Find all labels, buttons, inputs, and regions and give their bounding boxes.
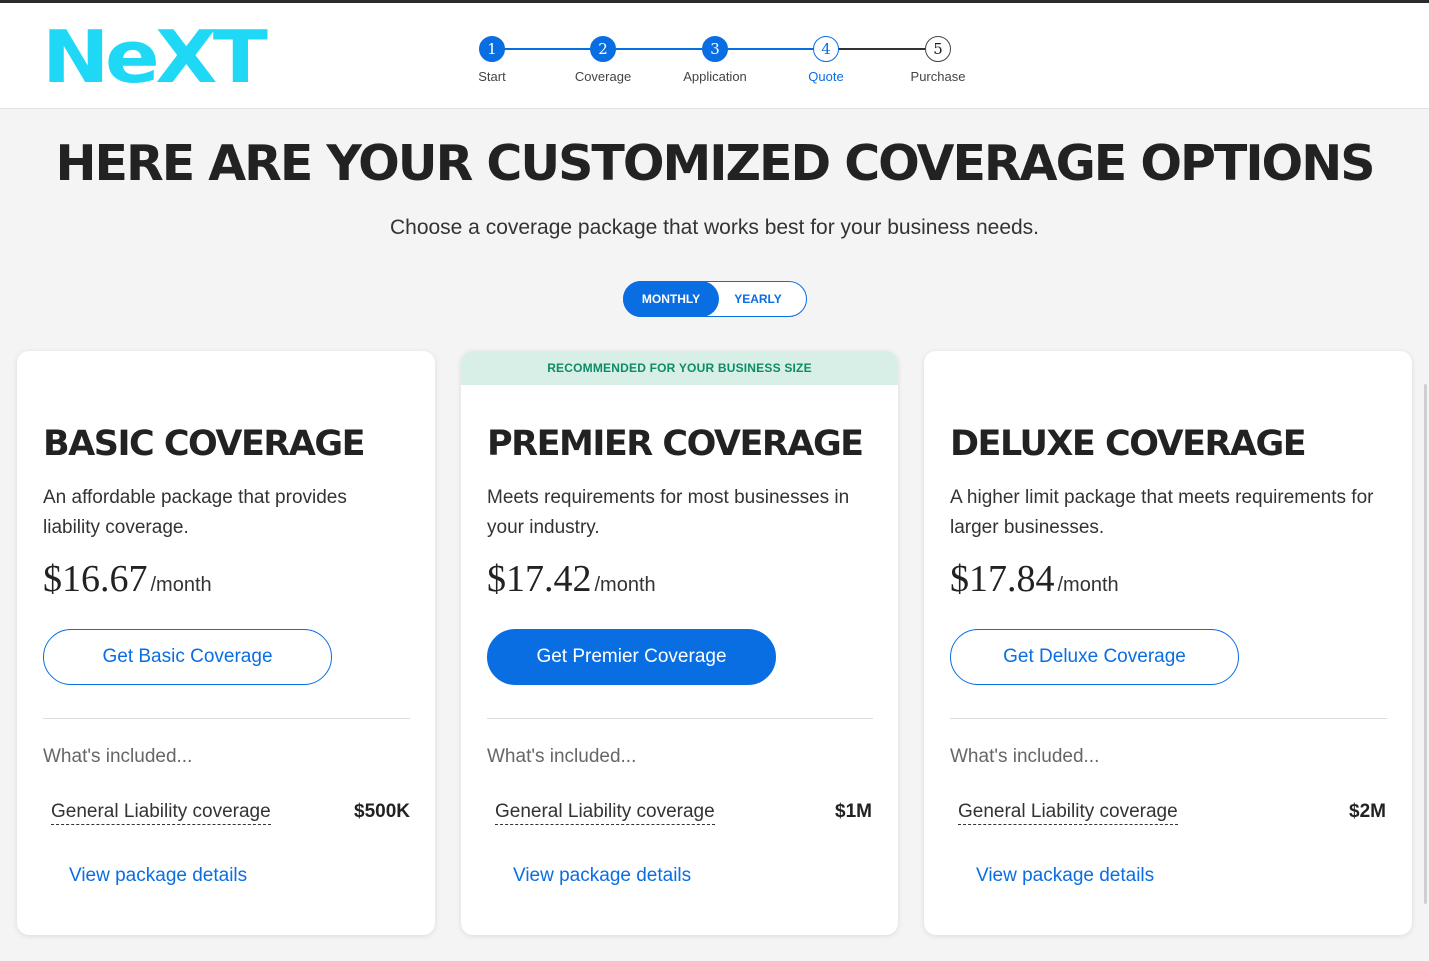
coverage-name-tooltip[interactable]: General Liability coverage [51,800,271,825]
price: $16.67/month [43,557,212,601]
divider [950,718,1387,719]
step-number: 5 [925,36,951,62]
step-label: Application [683,69,747,84]
price-amount: $17.84 [950,558,1055,600]
card-description: An affordable package that provides liab… [43,487,347,538]
monthly-toggle-button[interactable]: MONTHLY [623,281,719,317]
basic-coverage-card: Basic Coverage An affordable package tha… [17,351,435,935]
price-period: /month [150,574,212,596]
divider [487,718,873,719]
card-title: Premier Coverage [487,424,864,464]
coverage-limit: $1M [835,801,872,822]
get-basic-coverage-button[interactable]: Get Basic Coverage [43,629,332,685]
step-number: 1 [479,36,505,62]
step-application: 3 Application [655,36,775,84]
step-start: 1 Start [432,36,552,84]
header: NeXT 1 Start 2 Coverage 3 Application 4 … [0,3,1429,109]
card-title: Basic Coverage [43,424,366,464]
deluxe-coverage-card: Deluxe Coverage A higher limit package t… [924,351,1412,935]
coverage-name-tooltip[interactable]: General Liability coverage [958,800,1178,825]
step-label: Coverage [574,69,632,84]
yearly-toggle-button[interactable]: YEARLY [720,281,796,317]
step-number: 2 [590,36,616,62]
card-description: A higher limit package that meets requir… [950,487,1374,538]
price: $17.84/month [950,557,1119,601]
coverage-row: General Liability coverage $1M [495,800,872,826]
coverage-row: General Liability coverage $2M [958,800,1386,826]
coverage-row: General Liability coverage $500K [51,800,410,826]
page-title: Here are your customized coverage option… [55,135,1375,192]
price-period: /month [594,574,656,596]
view-package-details-link[interactable]: View package details [976,865,1154,887]
price-amount: $16.67 [43,558,148,600]
step-label: Purchase [910,69,966,84]
page-scrollbar[interactable] [1424,384,1427,904]
price-amount: $17.42 [487,558,592,600]
price-period: /month [1057,574,1119,596]
included-heading: What's included... [950,746,1100,767]
step-label: Start [478,69,506,84]
price: $17.42/month [487,557,656,601]
included-heading: What's included... [43,746,193,767]
recommended-banner: RECOMMENDED FOR YOUR BUSINESS SIZE [461,351,898,385]
coverage-limit: $500K [354,801,410,822]
step-number: 4 [813,36,839,62]
get-deluxe-coverage-button[interactable]: Get Deluxe Coverage [950,629,1239,685]
card-title: Deluxe Coverage [950,424,1307,464]
card-description: Meets requirements for most businesses i… [487,487,850,538]
coverage-name-tooltip[interactable]: General Liability coverage [495,800,715,825]
progress-stepper: 1 Start 2 Coverage 3 Application 4 Quote… [0,3,1429,108]
view-package-details-link[interactable]: View package details [69,865,247,887]
included-heading: What's included... [487,746,637,767]
step-label: Quote [808,69,844,84]
coverage-limit: $2M [1349,801,1386,822]
get-premier-coverage-button[interactable]: Get Premier Coverage [487,629,776,685]
step-purchase: 5 Purchase [878,36,998,84]
billing-frequency-toggle: MONTHLY YEARLY [623,281,807,317]
step-quote: 4 Quote [766,36,886,84]
step-number: 3 [702,36,728,62]
step-coverage: 2 Coverage [543,36,663,84]
page-subtitle: Choose a coverage package that works bes… [389,216,1040,239]
view-package-details-link[interactable]: View package details [513,865,691,887]
premier-coverage-card: RECOMMENDED FOR YOUR BUSINESS SIZE Premi… [461,351,898,935]
divider [43,718,410,719]
